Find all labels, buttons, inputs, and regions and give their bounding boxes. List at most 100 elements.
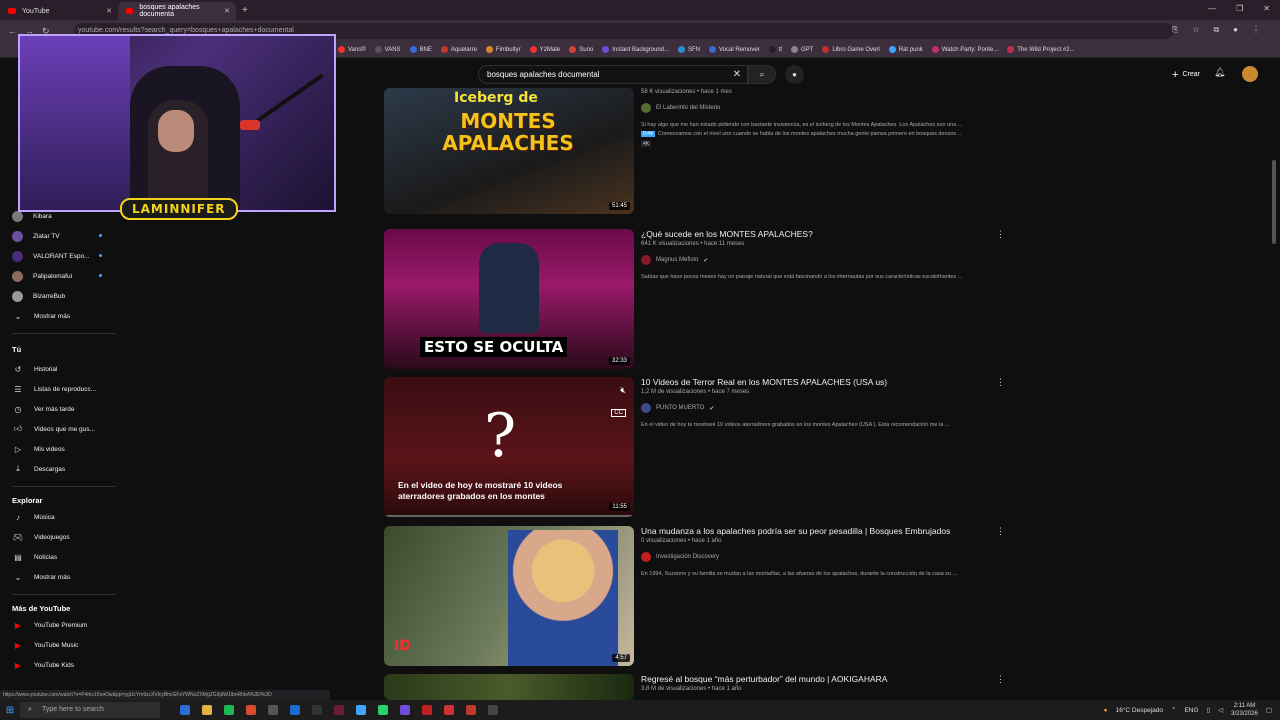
tray-chevron-icon[interactable]: ⌃ — [1171, 706, 1176, 714]
app-icon[interactable] — [268, 705, 278, 715]
bookmark-item[interactable]: GPT — [791, 46, 813, 53]
bookmark-item[interactable]: The Wild Project #2... — [1007, 46, 1075, 53]
channel[interactable]: Magnus Mefisto ✔ — [641, 255, 1001, 265]
channel[interactable]: El Laberinto del Misterio — [641, 103, 1001, 113]
tab-search-results[interactable]: bosques apalaches documenta ✕ — [118, 2, 236, 20]
video-title[interactable]: 10 Videos de Terror Real en los MONTES A… — [641, 377, 1001, 388]
sidebar-item-more-youtube[interactable]: ▶ YouTube Premium — [12, 617, 122, 633]
sidebar-heading-more-youtube[interactable]: Más de YouTube — [12, 604, 70, 613]
maximize-icon[interactable]: ❐ — [1236, 4, 1243, 13]
acrobat-icon[interactable] — [466, 705, 476, 715]
close-icon[interactable]: ✕ — [224, 7, 230, 15]
back-icon[interactable]: ← — [8, 26, 17, 36]
extensions-icon[interactable]: ⧉ — [1213, 25, 1219, 35]
more-options-icon[interactable]: ⋮ — [996, 377, 1005, 388]
spotify-icon[interactable] — [224, 705, 234, 715]
bookmark-item[interactable]: Vans® — [338, 46, 366, 53]
channel[interactable]: PUNTO MUERTO ✔ — [641, 403, 1001, 413]
bookmark-item[interactable]: SFN — [678, 46, 700, 53]
bookmark-item[interactable]: Libro Game Overl — [822, 46, 880, 53]
video-thumbnail[interactable] — [384, 674, 634, 700]
taskbar-search-input[interactable]: Type here to search — [20, 702, 160, 718]
app-icon[interactable] — [422, 705, 432, 715]
windows-start-icon[interactable]: ⊞ — [0, 705, 20, 716]
sidebar-item-you[interactable]: ☰ Listas de reproducc... — [12, 381, 122, 397]
clear-icon[interactable]: ✕ — [733, 69, 741, 80]
app-icon[interactable] — [488, 705, 498, 715]
steam-icon[interactable] — [290, 705, 300, 715]
video-result[interactable]: Regresé al bosque “más perturbador” del … — [384, 674, 1004, 700]
sidebar-item-explore[interactable]: 🎮︎ Videojuegos — [12, 529, 122, 545]
close-window-icon[interactable]: ✕ — [1263, 4, 1270, 13]
mute-icon[interactable]: 🔇︎ — [620, 385, 626, 396]
sidebar-item-explore[interactable]: ⌄ Mostrar más — [12, 569, 122, 585]
video-thumbnail[interactable]: ESTO SE OCULTA 32:33 — [384, 229, 634, 369]
sidebar-item-you[interactable]: ▷ Mis videos — [12, 441, 122, 457]
sidebar-item-subscription[interactable]: BizarreBub — [12, 288, 122, 304]
video-result[interactable]: Iceberg de MONTES APALACHES 51:45 58 K v… — [384, 88, 1004, 216]
sidebar-item-more-youtube[interactable]: ▶ YouTube Music — [12, 637, 122, 653]
minimize-icon[interactable]: — — [1208, 4, 1216, 13]
chapter-time[interactable]: 0:44 — [641, 131, 655, 137]
captions-icon[interactable]: CC — [611, 409, 626, 417]
video-thumbnail[interactable]: ID 4:57 — [384, 526, 634, 666]
notification-center-icon[interactable]: ▢ — [1266, 706, 1272, 714]
bookmark-item[interactable]: Vocal Remover — [709, 46, 760, 53]
sidebar-item-subscription[interactable]: Zlatar TV — [12, 228, 122, 244]
sidebar-item-you[interactable]: ↺ Historial — [12, 361, 122, 377]
voice-search-button[interactable]: ● — [785, 65, 804, 84]
more-options-icon[interactable]: ⋮ — [996, 526, 1005, 537]
sidebar-item-you[interactable]: ⤓ Descargas — [12, 461, 122, 477]
video-result[interactable]: ID 4:57 Una mudanza a los apalaches podr… — [384, 526, 1005, 666]
chrome-icon[interactable] — [246, 705, 256, 715]
sidebar-item-subscription[interactable]: VALORANT Espo... — [12, 248, 122, 264]
install-icon[interactable]: ⎘ — [1172, 25, 1178, 35]
obs-icon[interactable] — [312, 705, 322, 715]
avatar[interactable] — [1242, 66, 1258, 82]
sidebar-item-show-more[interactable]: ⌄ Mostrar más — [12, 308, 122, 324]
video-result[interactable]: ? En el video de hoy te mostraré 10 vide… — [384, 377, 1005, 519]
app-icon[interactable] — [334, 705, 344, 715]
video-title[interactable]: Regresé al bosque “más perturbador” del … — [641, 674, 1001, 685]
volume-icon[interactable]: ◁ — [1218, 706, 1223, 714]
clock[interactable]: 2:11 AM 3/23/2026 — [1231, 702, 1258, 718]
more-options-icon[interactable]: ⋮ — [996, 674, 1004, 685]
bookmark-item[interactable]: Instant Background... — [602, 46, 669, 53]
network-icon[interactable]: ▯ — [1207, 706, 1211, 714]
sidebar-item-subscription[interactable]: Palipalomafui — [12, 268, 122, 284]
bookmark-item[interactable]: Rat punk — [888, 46, 923, 53]
page-scrollbar[interactable] — [1272, 160, 1276, 244]
weather-text[interactable]: 16°C Despejado — [1116, 707, 1163, 714]
notifications-bell-icon[interactable]: 🔔︎ — [1214, 67, 1225, 78]
sidebar-item-explore[interactable]: ♪ Música — [12, 509, 122, 525]
new-tab-button[interactable]: + — [242, 5, 248, 16]
bookmark-item[interactable]: Fimbultyr — [485, 46, 521, 53]
whatsapp-icon[interactable] — [378, 705, 388, 715]
bookmark-item[interactable]: VANS — [374, 46, 401, 53]
sidebar-heading-you[interactable]: Tú — [12, 345, 21, 354]
edge-icon[interactable] — [356, 705, 366, 715]
bookmark-item[interactable]: tt — [768, 46, 782, 53]
profile-icon[interactable]: ● — [1233, 25, 1238, 35]
bookmark-item[interactable]: Aquelarre — [440, 46, 477, 53]
video-title[interactable]: ¿Qué sucede en los MONTES APALACHES? — [641, 229, 1001, 240]
video-thumbnail[interactable]: ? En el video de hoy te mostraré 10 vide… — [384, 377, 634, 517]
channel[interactable]: Investigación Discovery — [641, 552, 1001, 562]
menu-icon[interactable]: ⋮ — [1252, 25, 1260, 35]
progress-track[interactable] — [384, 515, 634, 517]
file-explorer-icon[interactable] — [202, 705, 212, 715]
bookmark-item[interactable]: Suno — [569, 46, 593, 53]
video-result[interactable]: ESTO SE OCULTA 32:33 ¿Qué sucede en los … — [384, 229, 1005, 369]
tab-youtube[interactable]: YouTube ✕ — [0, 2, 118, 20]
bookmark-item[interactable]: Y2Mate — [529, 46, 560, 53]
video-title[interactable]: Una mudanza a los apalaches podría ser s… — [641, 526, 1001, 537]
sidebar-item-explore[interactable]: ▤ Noticias — [12, 549, 122, 565]
bookmark-item[interactable]: Watch Party: Ponte... — [931, 46, 998, 53]
search-button[interactable]: ⌕ — [748, 65, 776, 84]
task-view-icon[interactable] — [180, 705, 190, 715]
bookmark-item[interactable]: BNE — [409, 46, 432, 53]
search-input[interactable]: bosques apalaches documental ✕ — [478, 65, 748, 84]
close-icon[interactable]: ✕ — [106, 7, 112, 15]
create-button[interactable]: + Crear — [1166, 65, 1206, 84]
app-icon[interactable] — [444, 705, 454, 715]
